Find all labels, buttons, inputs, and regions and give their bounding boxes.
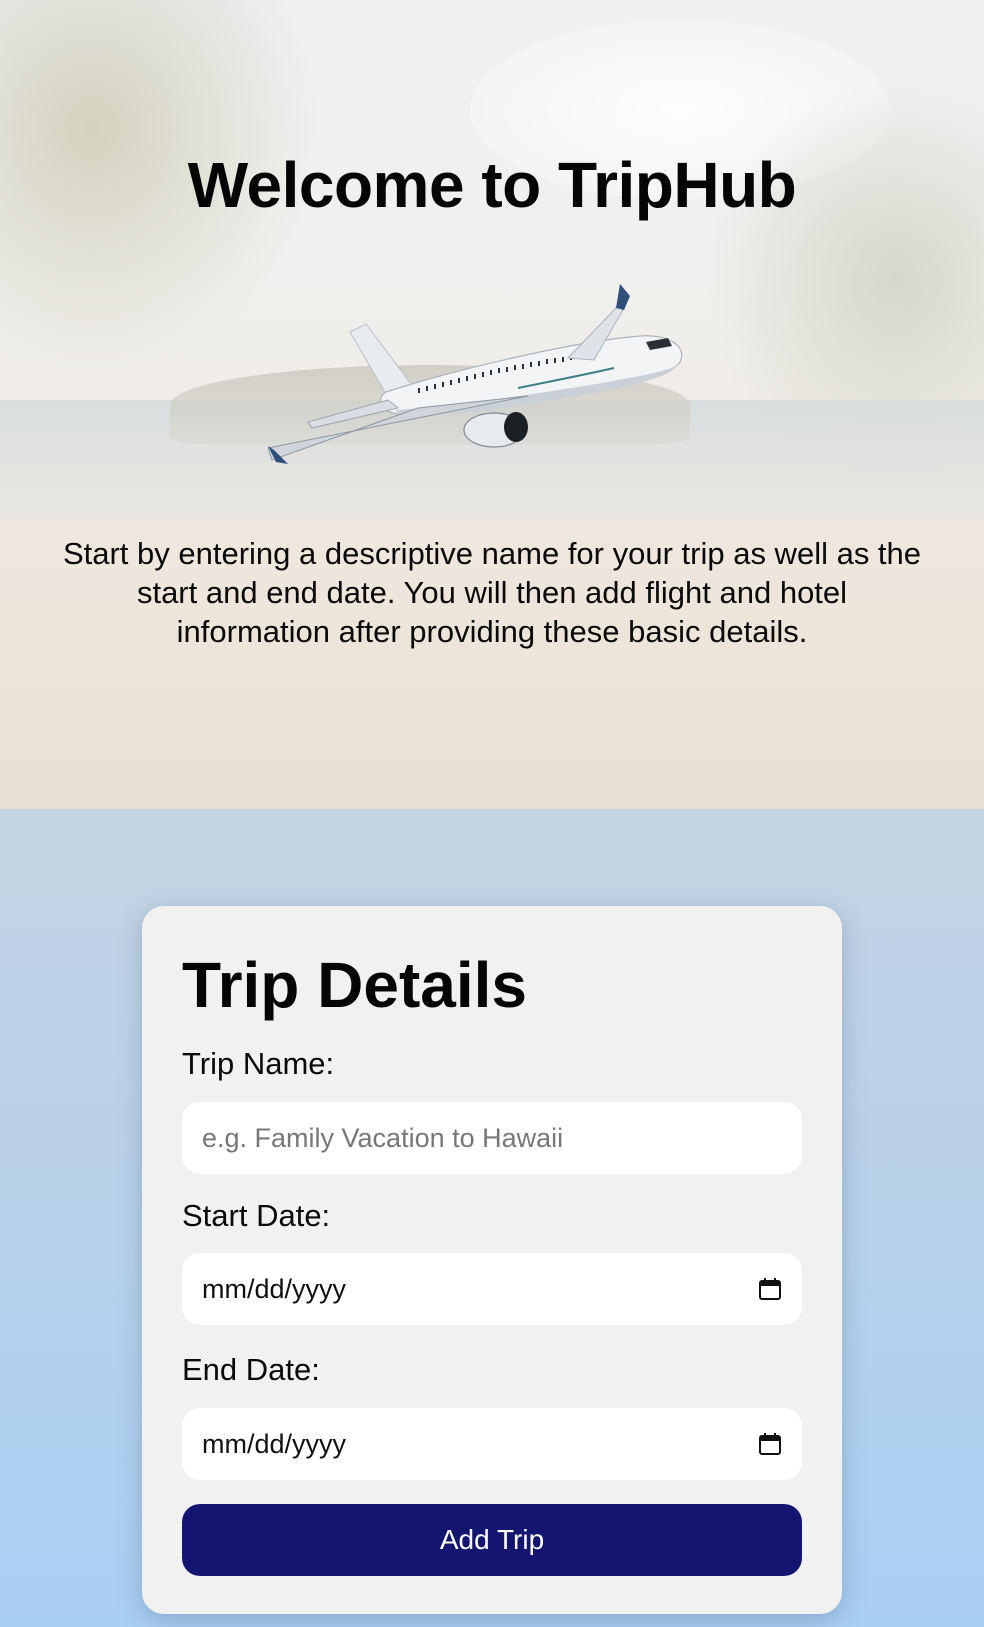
- start-date-label: Start Date:: [182, 1198, 331, 1233]
- calendar-icon[interactable]: [758, 1277, 782, 1301]
- trip-details-card: Trip Details Trip Name: e.g. Family Vaca…: [142, 906, 842, 1614]
- end-date-value: mm/dd/yyyy: [202, 1428, 347, 1459]
- page-title: Welcome to TripHub: [187, 149, 797, 221]
- trip-name-label: Trip Name:: [182, 1046, 335, 1081]
- card-title: Trip Details: [182, 949, 527, 1021]
- end-date-input[interactable]: mm/dd/yyyy: [182, 1408, 802, 1480]
- trip-name-input[interactable]: e.g. Family Vacation to Hawaii: [182, 1102, 802, 1174]
- start-date-value: mm/dd/yyyy: [202, 1273, 347, 1304]
- intro-text: Start by entering a descriptive name for…: [62, 536, 922, 649]
- start-date-input[interactable]: mm/dd/yyyy: [182, 1253, 802, 1325]
- calendar-icon[interactable]: [758, 1432, 782, 1456]
- hero-section: Welcome to TripHub Start by entering a d…: [0, 0, 984, 809]
- trip-name-placeholder: e.g. Family Vacation to Hawaii: [202, 1122, 564, 1153]
- end-date-label: End Date:: [182, 1352, 320, 1387]
- airplane-illustration: [268, 284, 683, 464]
- add-trip-button[interactable]: Add Trip: [182, 1504, 802, 1576]
